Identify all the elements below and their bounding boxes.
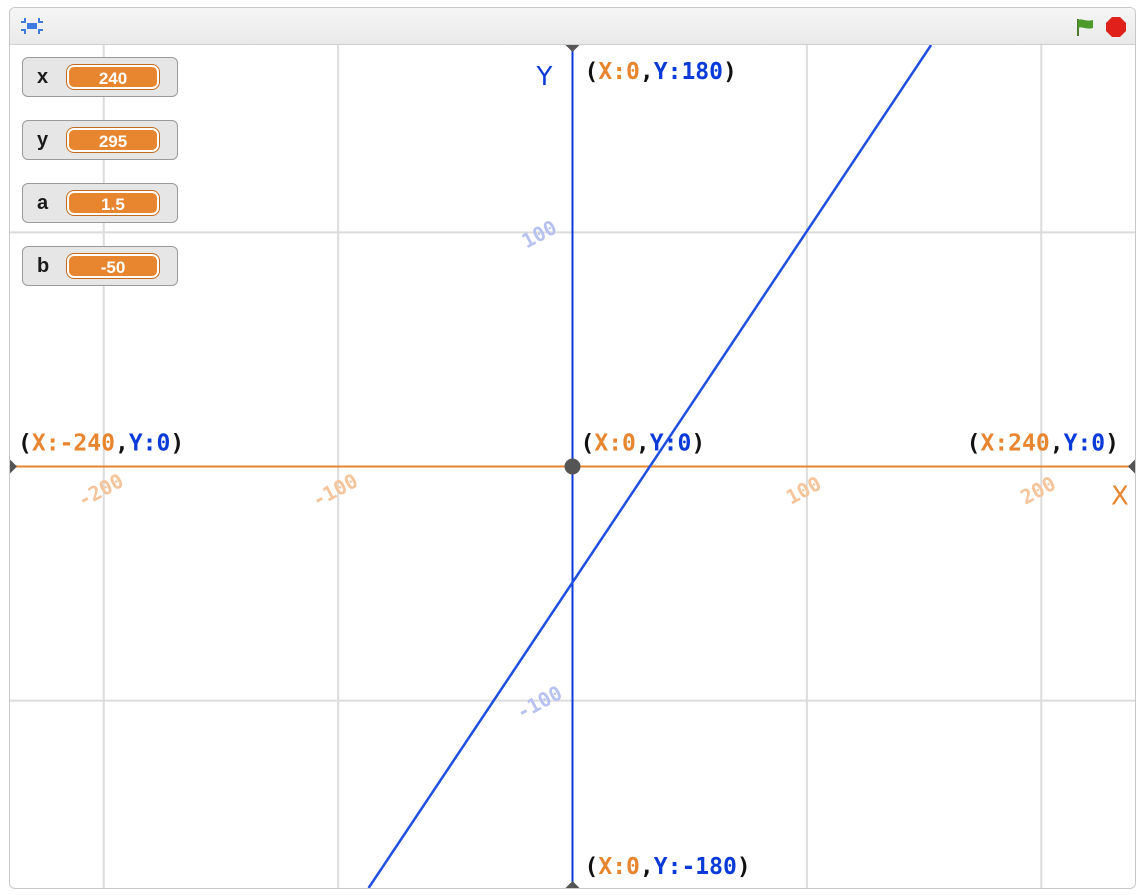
stop-icon[interactable] bbox=[1104, 16, 1128, 38]
variable-monitor-b[interactable]: b -50 bbox=[22, 246, 178, 286]
y-axis-label: Y bbox=[536, 62, 553, 92]
green-flag-icon[interactable] bbox=[1073, 16, 1097, 38]
fullscreen-icon[interactable] bbox=[20, 17, 44, 35]
variable-value: 295 bbox=[67, 128, 159, 152]
y-tick-label: 100 bbox=[518, 215, 561, 253]
variable-name: a bbox=[37, 192, 49, 214]
origin-dot bbox=[564, 458, 581, 475]
variable-value: -50 bbox=[67, 254, 159, 278]
variable-value: 240 bbox=[67, 65, 159, 89]
y-tick-label: -100 bbox=[512, 681, 566, 725]
variable-monitor-x[interactable]: x 240 bbox=[22, 57, 178, 97]
x-tick-label: 100 bbox=[782, 471, 825, 509]
variable-name: b bbox=[37, 255, 50, 277]
variable-monitor-y[interactable]: y 295 bbox=[22, 120, 178, 160]
coord-label-top: (X:0,Y:180) bbox=[585, 59, 737, 85]
stage-toolbar bbox=[10, 8, 1135, 45]
variable-monitor-a[interactable]: a 1.5 bbox=[22, 183, 178, 223]
coord-label-right: (X:240,Y:0) bbox=[967, 431, 1119, 457]
x-tick-label: -100 bbox=[308, 468, 362, 512]
variable-value: 1.5 bbox=[67, 191, 159, 215]
x-axis-left-marker bbox=[10, 459, 17, 474]
stage-canvas[interactable]: -200 -100 100 200100-100 XY (X:0,Y:180)(X:0… bbox=[10, 45, 1135, 888]
x-axis-right-marker bbox=[1128, 459, 1135, 474]
coord-label-bottom: (X:0,Y:-180) bbox=[585, 854, 751, 880]
coord-label-left: (X:-240,Y:0) bbox=[18, 431, 184, 457]
y-axis-top-marker bbox=[565, 45, 580, 52]
x-tick-label: -200 bbox=[74, 468, 128, 512]
x-tick-label: 200 bbox=[1016, 471, 1059, 509]
variable-name: y bbox=[37, 129, 49, 151]
y-axis-bottom-marker bbox=[565, 881, 580, 888]
stage-window: -200 -100 100 200 100 -100 XY (X:0,Y:180) (X:0… bbox=[9, 7, 1136, 889]
axes: XY bbox=[10, 45, 1135, 888]
coord-label-origin: (X:0,Y:0) bbox=[581, 431, 706, 457]
x-axis-label: X bbox=[1111, 482, 1129, 512]
variable-name: x bbox=[37, 66, 49, 88]
